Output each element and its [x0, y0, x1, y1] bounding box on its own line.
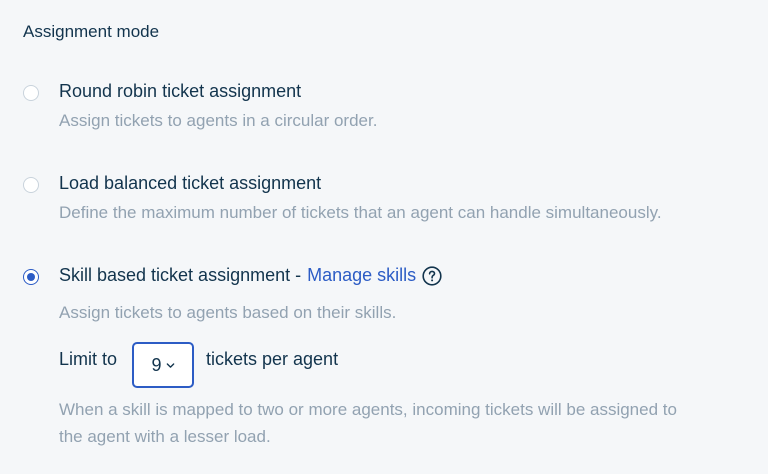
option-label[interactable]: Load balanced ticket assignment — [59, 173, 321, 194]
section-title: Assignment mode — [23, 22, 160, 41]
limit-value: 9 — [151, 354, 162, 375]
option-label[interactable]: Skill based ticket assignment - — [59, 265, 301, 286]
chevron-down-icon — [166, 362, 174, 368]
option-description: Assign tickets to agents based on their … — [59, 303, 397, 322]
note-line: the agent with a lesser load. — [59, 427, 271, 446]
assignment-note: When a skill is mapped to two or more ag… — [59, 396, 759, 450]
option-description: Assign tickets to agents in a circular o… — [59, 111, 378, 130]
limit-row: Limit to 9 tickets per agent — [59, 342, 459, 388]
tickets-limit-select[interactable]: 9 — [132, 342, 194, 388]
limit-suffix-label: tickets per agent — [206, 349, 339, 369]
limit-prefix-label: Limit to — [59, 349, 118, 369]
radio-round-robin[interactable] — [23, 85, 39, 101]
option-label-row: Skill based ticket assignment - Manage s… — [59, 265, 442, 286]
radio-load-balanced[interactable] — [23, 177, 39, 193]
note-line: When a skill is mapped to two or more ag… — [59, 400, 677, 419]
help-circle-icon[interactable] — [422, 265, 442, 286]
option-label[interactable]: Round robin ticket assignment — [59, 81, 301, 102]
manage-skills-link[interactable]: Manage skills — [307, 265, 416, 286]
radio-skill-based[interactable] — [23, 269, 39, 285]
option-description: Define the maximum number of tickets tha… — [59, 203, 662, 222]
